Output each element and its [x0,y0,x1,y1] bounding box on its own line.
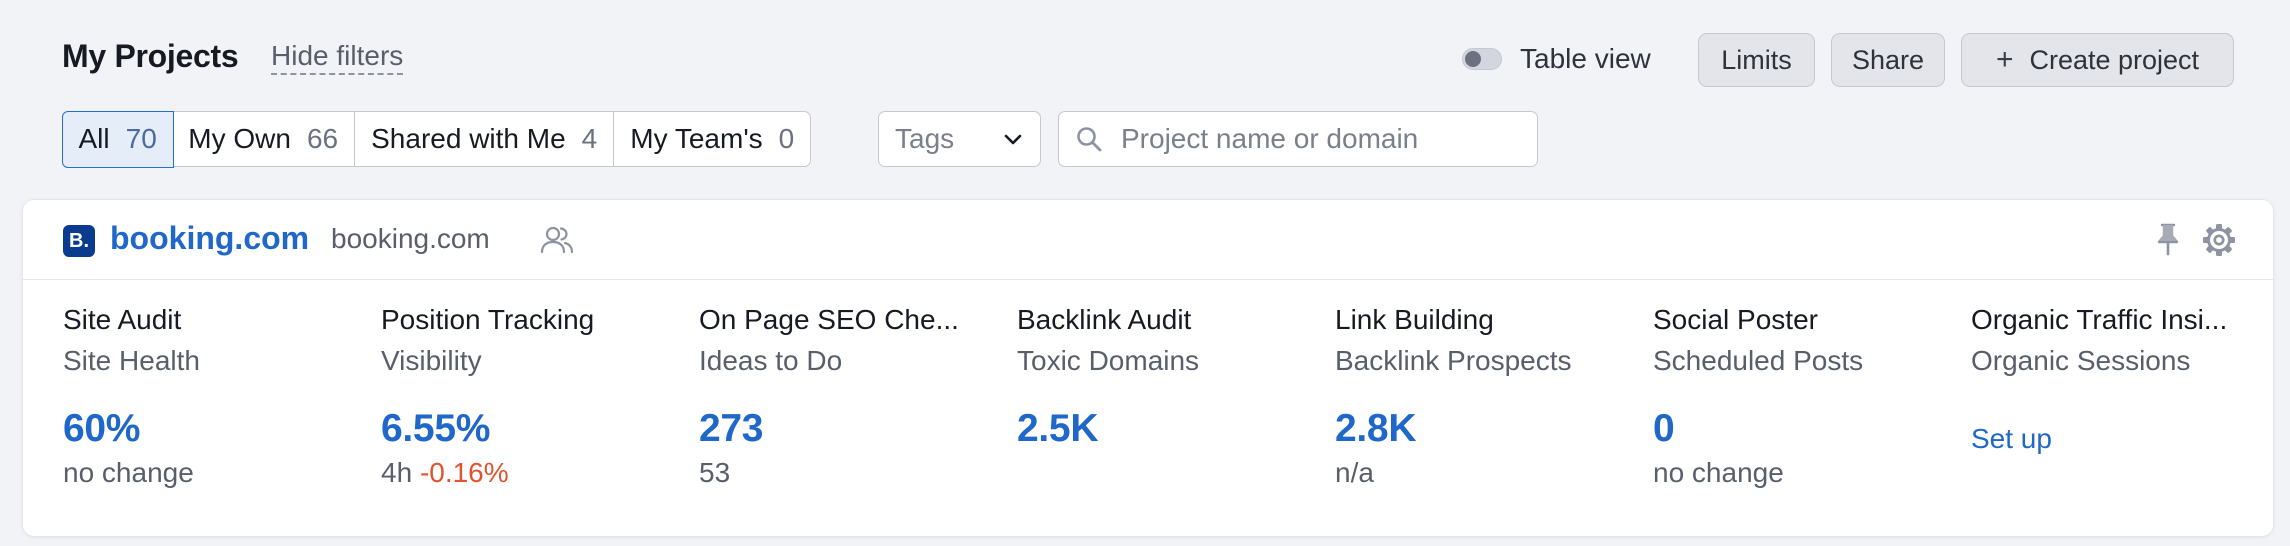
table-view-toggle[interactable]: Table view [1462,39,1651,79]
page-title: My Projects [62,38,239,74]
limits-button[interactable]: Limits [1698,33,1815,87]
update-time: 4h [381,457,413,488]
tool-metric: Toxic Domains [1017,345,1200,376]
tool-change: no change [1653,457,1784,488]
create-project-label: Create project [2029,44,2200,75]
tab-label: My Own [188,123,291,154]
tool-value[interactable]: 60% [63,407,363,451]
tab-my-own[interactable]: My Own 66 [172,112,356,166]
tool-social-poster: Social Poster Scheduled Posts 0 no chang… [1653,304,1953,489]
tab-label: My Team's [630,123,763,154]
tab-count: 4 [581,123,598,154]
chevron-down-icon [1004,134,1022,145]
tool-change: n/a [1335,457,1374,488]
tool-metric: Site Health [63,345,200,376]
hide-filters-link[interactable]: Hide filters [271,40,404,75]
tab-label: All [78,123,110,154]
project-tools: Site Audit Site Health 60% no change Pos… [63,304,2253,524]
project-name-link[interactable]: booking.com [110,220,309,257]
pin-icon[interactable] [2153,222,2183,256]
tool-value[interactable]: 2.8K [1335,407,1635,451]
search-icon [1077,127,1102,152]
tab-label: Shared with Me [371,123,566,154]
tool-value[interactable]: 2.5K [1017,407,1317,451]
set-up-link[interactable]: Set up [1971,423,2271,455]
projects-page: My Projects Hide filters Table view Limi… [0,0,2290,546]
tool-name[interactable]: On Page SEO Che... [699,304,995,336]
search-input[interactable] [1121,123,1537,155]
tool-name[interactable]: Position Tracking [381,304,677,336]
tool-change: 53 [699,457,731,488]
tool-on-page-seo-checker: On Page SEO Che... Ideas to Do 273 53 [699,304,999,489]
negative-delta: -0.16% [419,457,509,488]
tool-link-building: Link Building Backlink Prospects 2.8K n/… [1335,304,1635,489]
share-button[interactable]: Share [1831,33,1945,87]
tab-count: 66 [306,123,339,154]
tab-count: 70 [125,123,157,154]
tool-organic-traffic-insights: Organic Traffic Insi... Organic Sessions… [1971,304,2271,455]
tags-dropdown[interactable]: Tags [878,111,1041,167]
tab-my-teams[interactable]: My Team's 0 [614,112,810,166]
tool-name[interactable]: Organic Traffic Insi... [1971,304,2267,336]
tool-value[interactable]: 6.55% [381,407,681,451]
toggle-switch[interactable] [1462,48,1502,70]
create-project-button[interactable]: + Create project [1961,33,2234,87]
tool-backlink-audit: Backlink Audit Toxic Domains 2.5K [1017,304,1317,457]
tool-metric: Backlink Prospects [1335,345,1572,376]
tool-name[interactable]: Site Audit [63,304,359,336]
shared-users-icon [540,226,574,254]
tool-site-audit: Site Audit Site Health 60% no change [63,304,363,489]
tags-label: Tags [895,123,955,154]
project-filter-tabs: All 70 My Own 66 Shared with Me 4 My Tea… [61,110,812,168]
tool-metric: Organic Sessions [1971,345,2191,376]
tool-value[interactable]: 273 [699,407,999,451]
tool-name[interactable]: Backlink Audit [1017,304,1313,336]
search-box [1058,111,1538,167]
tab-shared-with-me[interactable]: Shared with Me 4 [355,112,615,166]
gear-icon[interactable] [2201,222,2237,258]
tool-change: no change [63,457,194,488]
table-view-label: Table view [1520,43,1651,74]
page-header: My Projects Hide filters Table view Limi… [62,30,2234,88]
toggle-knob [1465,51,1481,67]
tool-position-tracking: Position Tracking Visibility 6.55% 4h -0… [381,304,681,489]
plus-icon: + [1995,43,2014,76]
project-domain: booking.com [331,223,490,254]
project-card-header: B. booking.com booking.com [23,200,2273,280]
tool-change: 4h -0.16% [381,457,681,489]
tool-metric: Scheduled Posts [1653,345,1864,376]
project-favicon: B. [63,225,95,257]
project-card: B. booking.com booking.com Site Audit Si… [22,199,2274,537]
tab-count: 0 [778,123,795,154]
tool-name[interactable]: Social Poster [1653,304,1949,336]
tool-name[interactable]: Link Building [1335,304,1631,336]
tool-value[interactable]: 0 [1653,407,1953,451]
tab-all[interactable]: All 70 [61,110,174,168]
tool-metric: Visibility [381,345,482,376]
tool-metric: Ideas to Do [699,345,843,376]
